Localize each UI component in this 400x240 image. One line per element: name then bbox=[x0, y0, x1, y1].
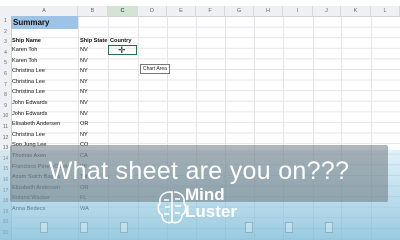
ship-state-cell[interactable]: NY bbox=[80, 66, 88, 77]
summary-title-cell[interactable]: Summary bbox=[11, 16, 78, 29]
row-header[interactable]: 1 bbox=[0, 16, 11, 26]
cell-cursor-icon: ✛ bbox=[118, 45, 126, 55]
ship-state-cell[interactable]: NY bbox=[80, 77, 88, 88]
ship-state-cell[interactable]: NV bbox=[80, 109, 88, 120]
row-header[interactable]: 6 bbox=[0, 69, 11, 79]
row-header[interactable]: 10 bbox=[0, 111, 11, 121]
column-header-e[interactable]: E bbox=[167, 6, 196, 16]
column-header-a[interactable]: A bbox=[11, 6, 78, 16]
ship-name-cell[interactable]: Christina Lee bbox=[12, 130, 45, 141]
column-header-d[interactable]: D bbox=[138, 6, 167, 16]
column-header-f[interactable]: F bbox=[196, 6, 225, 16]
chart-area-tooltip: Chart Area bbox=[140, 64, 170, 74]
ship-state-header[interactable]: Ship State bbox=[80, 38, 107, 44]
ship-state-cell[interactable]: NY bbox=[80, 87, 88, 98]
logo-line-1: Mind bbox=[185, 185, 225, 204]
logo-wordmark: Mind Luster bbox=[185, 186, 237, 220]
row-header[interactable]: 2 bbox=[0, 27, 11, 37]
sheet-tab[interactable] bbox=[120, 222, 128, 233]
column-header-j[interactable]: J bbox=[313, 6, 341, 16]
column-header-l[interactable]: L bbox=[371, 6, 400, 16]
sheet-tab[interactable] bbox=[285, 222, 293, 233]
logo-line-2: Luster bbox=[185, 202, 237, 221]
row-header[interactable]: 3 bbox=[0, 37, 11, 47]
ship-state-cell[interactable]: NV bbox=[80, 56, 88, 67]
ship-state-cell[interactable]: NY bbox=[80, 130, 88, 141]
column-header-h[interactable]: H bbox=[254, 6, 283, 16]
column-header-b[interactable]: B bbox=[78, 6, 108, 16]
column-header-g[interactable]: G bbox=[225, 6, 254, 16]
ship-name-cell[interactable]: Christina Lee bbox=[12, 87, 45, 98]
brain-icon bbox=[157, 191, 187, 224]
row-header[interactable]: 5 bbox=[0, 58, 11, 68]
ship-name-cell[interactable]: Karen Toh bbox=[12, 56, 37, 67]
row-header[interactable]: 4 bbox=[0, 48, 11, 58]
ship-name-cell[interactable]: John Edwards bbox=[12, 98, 47, 109]
sheet-tab[interactable] bbox=[40, 222, 48, 233]
sheet-tab[interactable] bbox=[80, 222, 88, 233]
ship-state-cell[interactable]: NV bbox=[80, 45, 88, 56]
column-header-k[interactable]: K bbox=[341, 6, 371, 16]
sheet-tab[interactable] bbox=[325, 222, 333, 233]
row-header[interactable]: 8 bbox=[0, 90, 11, 100]
column-header-c[interactable]: C bbox=[108, 6, 138, 16]
ship-name-cell[interactable]: John Edwards bbox=[12, 109, 47, 120]
ship-name-cell[interactable]: Christina Lee bbox=[12, 77, 45, 88]
ship-name-cell[interactable]: Elisabeth Andersen bbox=[12, 119, 60, 130]
ship-name-cell[interactable]: Christina Lee bbox=[12, 66, 45, 77]
row-header[interactable]: 7 bbox=[0, 80, 11, 90]
row-header[interactable]: 12 bbox=[0, 133, 11, 143]
country-header[interactable]: Country bbox=[110, 38, 131, 44]
ship-name-header[interactable]: Ship Name bbox=[12, 38, 41, 44]
column-header-i[interactable]: I bbox=[283, 6, 313, 16]
caption-text: What sheet are you on??? bbox=[48, 157, 350, 185]
row-header[interactable]: 9 bbox=[0, 101, 11, 111]
row-header[interactable]: 11 bbox=[0, 122, 11, 132]
ship-state-cell[interactable]: NV bbox=[80, 98, 88, 109]
ship-state-cell[interactable]: OR bbox=[80, 119, 88, 130]
ship-name-cell[interactable]: Karen Toh bbox=[12, 45, 37, 56]
